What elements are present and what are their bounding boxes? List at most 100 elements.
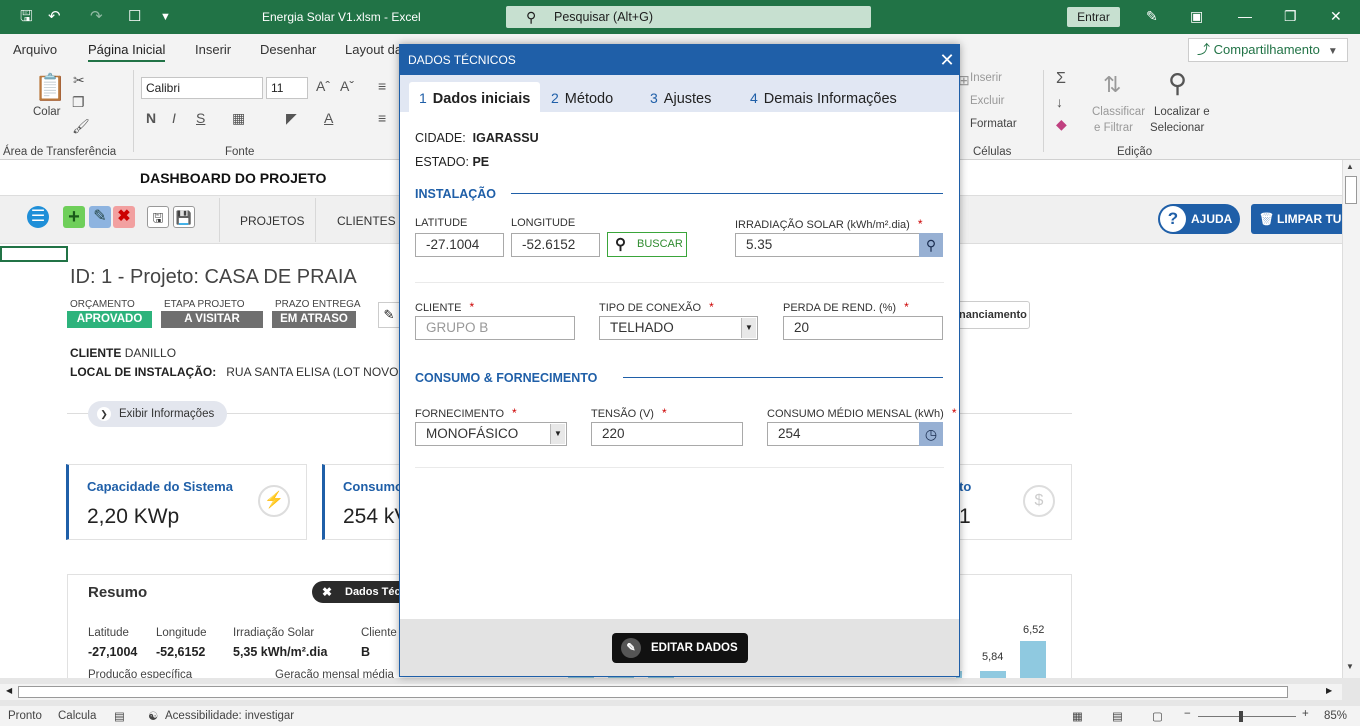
tab-pagina-inicial[interactable]: Página Inicial bbox=[88, 42, 166, 62]
horizontal-scrollbar[interactable]: ◀ ▶ bbox=[0, 684, 1342, 700]
search-location-button[interactable]: ⚲ BUSCAR bbox=[607, 232, 687, 257]
minimize-icon[interactable]: — bbox=[1238, 8, 1252, 24]
italic-icon[interactable]: I bbox=[172, 110, 176, 126]
edit-status-icon[interactable]: ✎ bbox=[378, 302, 400, 328]
fill-color-icon[interactable]: ◤ bbox=[286, 110, 297, 127]
zoom-slider-thumb[interactable] bbox=[1239, 711, 1243, 722]
latitude-input[interactable]: -27.1004 bbox=[415, 233, 504, 257]
accessibility-icon[interactable]: ☯ bbox=[148, 709, 158, 723]
page-break-icon[interactable]: ▢ bbox=[1152, 709, 1163, 723]
menu-icon[interactable]: ☰ bbox=[27, 206, 49, 228]
font-color-icon[interactable]: A bbox=[324, 110, 333, 126]
close-window-icon[interactable]: ✕ bbox=[1330, 8, 1342, 25]
tab-layout[interactable]: Layout da bbox=[345, 42, 402, 57]
chevron-down-icon[interactable]: ▼ bbox=[550, 424, 565, 444]
scroll-thumb[interactable] bbox=[1345, 176, 1357, 204]
normal-view-icon[interactable]: ▦ bbox=[1072, 709, 1083, 723]
insert-cells-label[interactable]: Inserir bbox=[970, 72, 1002, 84]
tab-inserir[interactable]: Inserir bbox=[195, 42, 231, 57]
scroll-up-icon[interactable]: ▲ bbox=[1346, 162, 1354, 171]
underline-icon[interactable]: S bbox=[196, 110, 205, 126]
paste-label[interactable]: Colar bbox=[33, 106, 60, 118]
sort-label-2[interactable]: e Filtrar bbox=[1094, 122, 1133, 134]
ribbon-display-icon[interactable]: ▣ bbox=[1190, 8, 1203, 25]
delete-cells-label[interactable]: Excluir bbox=[970, 95, 1005, 107]
format-cells-label[interactable]: Formatar bbox=[970, 118, 1017, 130]
client-input[interactable]: GRUPO B bbox=[415, 316, 575, 340]
history-icon[interactable]: ◷ bbox=[919, 422, 943, 446]
customize-icon[interactable]: ▼ bbox=[160, 8, 171, 26]
tech-data-button[interactable]: ✖ Dados Téc bbox=[312, 581, 412, 603]
scroll-right-icon[interactable]: ▶ bbox=[1326, 686, 1332, 695]
show-info-button[interactable]: ❯ Exibir Informações bbox=[88, 401, 227, 427]
help-button[interactable]: ? AJUDA bbox=[1158, 204, 1240, 234]
chevron-down-icon[interactable]: ▼ bbox=[741, 318, 756, 338]
page-layout-icon[interactable]: ▤ bbox=[1112, 709, 1123, 723]
pen-icon[interactable]: ✎ bbox=[1146, 8, 1158, 25]
paste-icon[interactable]: 📋 bbox=[34, 72, 66, 103]
connection-select[interactable]: TELHADO ▼ bbox=[599, 316, 758, 340]
save-icon[interactable]: 🖫 bbox=[20, 8, 33, 26]
autosum-icon[interactable]: Σ bbox=[1056, 70, 1066, 88]
add-icon[interactable]: + bbox=[63, 206, 85, 228]
search-input[interactable]: ⚲ Pesquisar (Alt+G) bbox=[506, 6, 871, 28]
longitude-input[interactable]: -52.6152 bbox=[511, 233, 600, 257]
find-icon[interactable]: ⚲ bbox=[1168, 68, 1187, 99]
tab-desenhar[interactable]: Desenhar bbox=[260, 42, 316, 57]
nav-projetos[interactable]: PROJETOS bbox=[240, 214, 304, 228]
font-size-select[interactable]: 11 bbox=[266, 77, 308, 99]
loss-input[interactable]: 20 bbox=[783, 316, 943, 340]
selected-cell[interactable] bbox=[0, 246, 68, 262]
tab-ajustes[interactable]: 3 Ajustes bbox=[640, 82, 721, 112]
scroll-thumb[interactable] bbox=[18, 686, 1288, 698]
status-accessibility[interactable]: Acessibilidade: investigar bbox=[165, 710, 294, 722]
find-label-2[interactable]: Selecionar bbox=[1150, 122, 1204, 134]
undo-icon[interactable]: ↶ bbox=[48, 8, 61, 26]
align-icon[interactable]: ≡ bbox=[378, 78, 386, 94]
zoom-in-icon[interactable]: + bbox=[1302, 708, 1309, 720]
zoom-slider[interactable] bbox=[1198, 716, 1296, 717]
border-icon[interactable]: ▦ bbox=[232, 110, 245, 127]
save-as-icon[interactable]: 💾 bbox=[173, 206, 195, 228]
close-icon[interactable]: ✕ bbox=[936, 45, 958, 75]
touch-mode-icon[interactable]: ☐ bbox=[128, 8, 141, 26]
restore-icon[interactable]: ❐ bbox=[1284, 8, 1297, 25]
tab-arquivo[interactable]: Arquivo bbox=[13, 42, 57, 57]
font-name-select[interactable]: Calibri bbox=[141, 77, 263, 99]
redo-icon[interactable]: ↷ bbox=[90, 8, 103, 26]
clear-all-button[interactable]: 🗑LIMPAR TUD bbox=[1251, 204, 1342, 234]
macro-icon[interactable]: ▤ bbox=[114, 709, 125, 723]
sort-label-1[interactable]: Classificar bbox=[1092, 106, 1145, 118]
irradiation-search-icon[interactable]: ⚲ bbox=[919, 233, 943, 257]
tab-dados-iniciais[interactable]: 1 Dados iniciais bbox=[409, 82, 541, 112]
cut-icon[interactable]: ✂ bbox=[73, 72, 85, 89]
format-painter-icon[interactable]: 🖌 bbox=[72, 118, 90, 135]
delete-icon[interactable]: ✖ bbox=[113, 206, 135, 228]
edit-icon[interactable]: ✎ bbox=[89, 206, 111, 228]
clear-icon[interactable]: ◆ bbox=[1056, 116, 1067, 133]
tab-demais-informacoes[interactable]: 4 Demais Informações bbox=[740, 82, 907, 112]
irradiation-input[interactable]: 5.35 bbox=[735, 233, 920, 257]
fill-down-icon[interactable]: ↓ bbox=[1056, 94, 1063, 110]
grow-font-icon[interactable]: Aˆ bbox=[316, 78, 330, 94]
scroll-down-icon[interactable]: ▼ bbox=[1346, 662, 1354, 671]
find-label-1[interactable]: Localizar e bbox=[1154, 106, 1210, 118]
zoom-level[interactable]: 85% bbox=[1324, 710, 1347, 722]
scroll-left-icon[interactable]: ◀ bbox=[6, 686, 12, 695]
supply-select[interactable]: MONOFÁSICO ▼ bbox=[415, 422, 567, 446]
share-button[interactable]: ⤴ Compartilhamento ▼ bbox=[1188, 38, 1348, 62]
edit-data-button[interactable]: ✎ EDITAR DADOS bbox=[612, 633, 748, 663]
tab-metodo[interactable]: 2 Método bbox=[541, 82, 623, 112]
consumption-input[interactable]: 254 bbox=[767, 422, 920, 446]
copy-icon[interactable]: ❐ bbox=[72, 94, 85, 111]
vertical-scrollbar[interactable]: ▲ ▼ bbox=[1342, 160, 1360, 678]
bold-icon[interactable]: N bbox=[146, 110, 156, 126]
sort-filter-icon[interactable]: ⇅ bbox=[1103, 72, 1121, 98]
zoom-out-icon[interactable]: − bbox=[1184, 708, 1191, 720]
signin-button[interactable]: Entrar bbox=[1067, 7, 1120, 27]
save-project-icon[interactable]: 🖫 bbox=[147, 206, 169, 228]
nav-clientes[interactable]: CLIENTES bbox=[337, 214, 396, 228]
align-left-icon[interactable]: ≡ bbox=[378, 110, 386, 126]
shrink-font-icon[interactable]: Aˇ bbox=[340, 78, 354, 94]
financing-button[interactable]: nanciamento bbox=[950, 301, 1030, 329]
